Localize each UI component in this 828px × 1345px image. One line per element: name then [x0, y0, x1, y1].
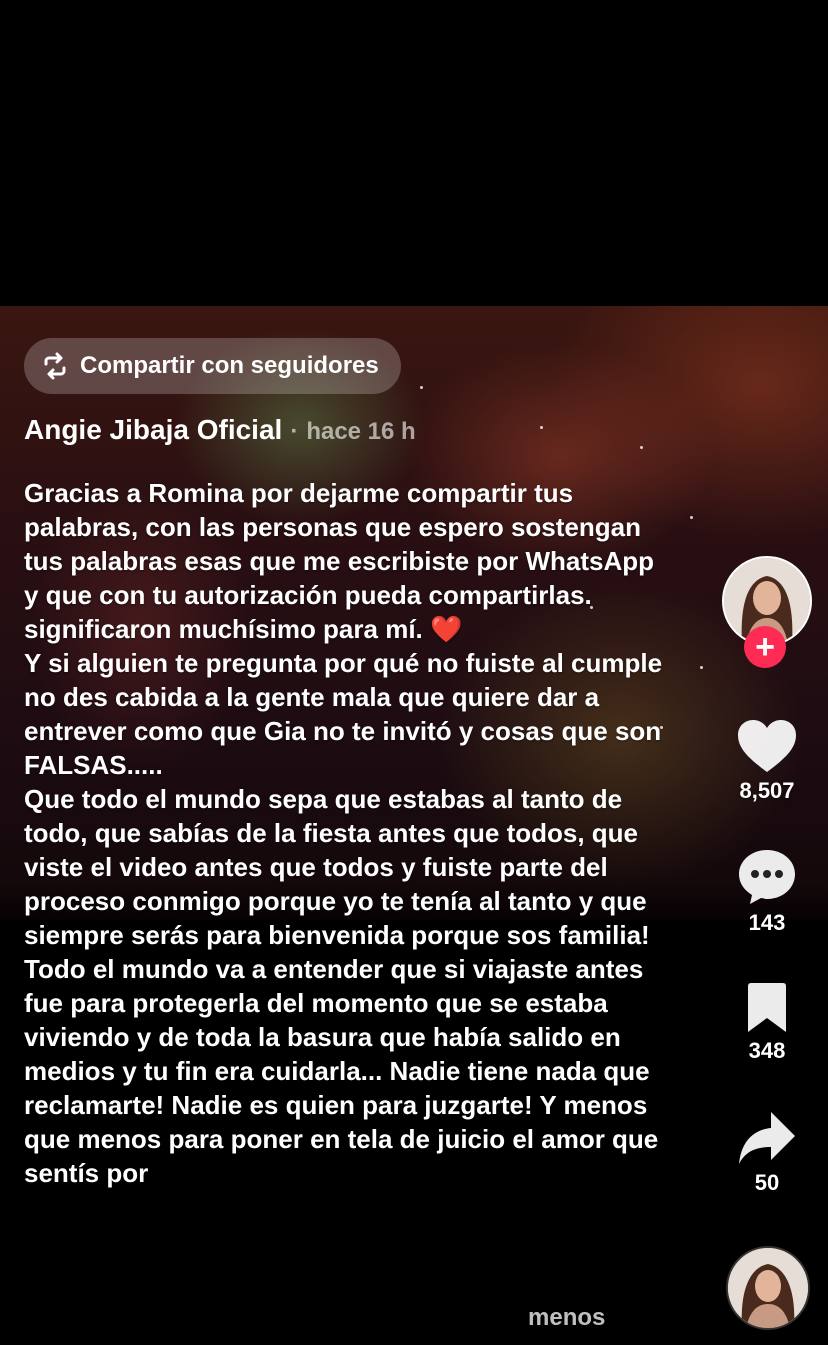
separator-dot: ·: [290, 418, 299, 445]
post-caption: Gracias a Romina por dejarme compartir t…: [24, 478, 663, 1188]
sparkle: [690, 516, 693, 519]
bookmark-icon: [748, 983, 786, 1032]
music-disc-image: [728, 1248, 808, 1328]
share-count: 50: [754, 1170, 780, 1195]
caption-fade: [0, 1240, 700, 1290]
repost-icon: [44, 352, 66, 380]
share-arrow-icon: [739, 1112, 795, 1164]
like-button[interactable]: 8,507: [717, 718, 817, 804]
tiktok-screen: Compartir con seguidores Angie Jibaja Of…: [0, 0, 828, 1345]
comment-bubble-icon: [739, 850, 795, 904]
heart-icon: [738, 720, 796, 772]
like-count: 8,507: [739, 778, 795, 803]
share-button[interactable]: 50: [717, 1110, 817, 1196]
sparkle: [640, 446, 643, 449]
share-with-followers-label: Compartir con seguidores: [80, 352, 379, 379]
creator-avatar-group: +: [722, 556, 812, 668]
post-time: hace 16 h: [306, 418, 416, 445]
comment-count: 143: [748, 910, 786, 935]
sparkle: [420, 386, 423, 389]
sparkle: [700, 666, 703, 669]
author-line: Angie Jibaja Oficial · hace 16 h: [24, 414, 416, 446]
save-button[interactable]: 348: [717, 982, 817, 1064]
follow-button[interactable]: +: [744, 626, 786, 668]
share-with-followers-button[interactable]: Compartir con seguidores: [24, 338, 401, 394]
show-less-link[interactable]: menos: [528, 1304, 605, 1332]
author-name[interactable]: Angie Jibaja Oficial: [24, 414, 282, 446]
sparkle: [540, 426, 543, 429]
comment-button[interactable]: 143: [717, 848, 817, 936]
save-count: 348: [748, 1038, 786, 1063]
music-disc[interactable]: [726, 1246, 810, 1330]
